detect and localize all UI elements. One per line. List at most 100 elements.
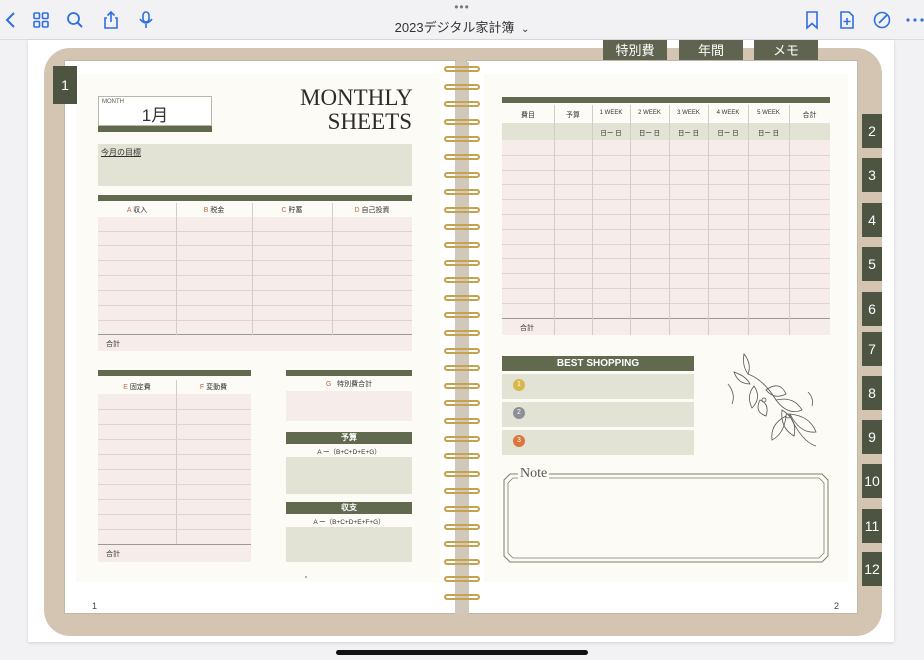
month-tab-1[interactable]: 1 bbox=[53, 66, 77, 104]
grid-line bbox=[98, 290, 412, 291]
home-indicator[interactable] bbox=[336, 650, 588, 655]
col-self-invest: D 自己投資 bbox=[354, 207, 390, 214]
expense-total-label: 合計 bbox=[106, 551, 120, 558]
special-bar bbox=[286, 370, 412, 376]
spiral-ring bbox=[444, 347, 480, 354]
grid-line bbox=[502, 184, 830, 186]
document-title[interactable]: 2023デジタル家計簿 ⌄ bbox=[0, 17, 924, 36]
weekly-total-label: 合計 bbox=[520, 325, 534, 332]
top-toolbar: ••• 2023デジタル家計簿 ⌄ bbox=[0, 0, 924, 40]
tab-yearly[interactable]: 年間 bbox=[679, 40, 743, 62]
best-shopping-row-1[interactable]: 1 bbox=[502, 374, 694, 399]
col-week-5: 5 WEEK bbox=[757, 110, 780, 116]
grid-line bbox=[98, 245, 412, 246]
spiral-ring bbox=[444, 136, 480, 143]
markup-pen-icon[interactable] bbox=[871, 9, 893, 31]
monthly-goal-box[interactable]: 今月の目標 bbox=[98, 144, 412, 186]
best-shopping-header: BEST SHOPPING bbox=[502, 356, 694, 371]
left-page-number: 1 bbox=[92, 601, 98, 611]
grid-line bbox=[98, 484, 251, 485]
spiral-ring bbox=[444, 242, 480, 248]
weekly-table-bar bbox=[502, 97, 830, 103]
grid-line bbox=[789, 105, 790, 335]
month-tab-9[interactable]: 9 bbox=[862, 420, 882, 454]
expense-total-row[interactable]: 合計 bbox=[98, 545, 251, 562]
tab-special-expenses[interactable]: 特別費 bbox=[603, 40, 667, 62]
grid-line bbox=[98, 231, 412, 232]
best-shopping-row-3[interactable]: 3 bbox=[502, 430, 694, 455]
spiral-ring bbox=[444, 558, 480, 565]
grid-line bbox=[98, 439, 251, 440]
month-tab-5[interactable]: 5 bbox=[862, 247, 882, 281]
week-4-range: 日ー 日 bbox=[717, 130, 739, 137]
grid-line bbox=[502, 302, 830, 304]
month-tab-6[interactable]: 6 bbox=[862, 292, 882, 326]
budget-header: 予算 bbox=[286, 432, 412, 444]
week-range-row: 日ー 日 日ー 日 日ー 日 日ー 日 日ー 日 bbox=[502, 123, 830, 140]
grid-line bbox=[502, 258, 830, 260]
col-total: 合計 bbox=[802, 112, 817, 119]
spiral-ring bbox=[444, 294, 480, 301]
multitask-dots[interactable]: ••• bbox=[450, 1, 474, 13]
special-total-header: G 特別費合計 bbox=[325, 381, 373, 388]
spiral-ring bbox=[444, 171, 480, 178]
best-shopping-row-2[interactable]: 2 bbox=[502, 402, 694, 427]
col-week-3: 3 WEEK bbox=[677, 110, 700, 116]
spiral-ring bbox=[444, 66, 480, 72]
month-tab-7[interactable]: 7 bbox=[862, 332, 882, 366]
income-table-header: A 収入 B 税金 C 貯蓄 D 自己投資 bbox=[98, 203, 412, 217]
spiral-ring bbox=[444, 506, 480, 512]
col-income: A 収入 bbox=[126, 207, 148, 214]
title-chevron-down-icon: ⌄ bbox=[520, 24, 530, 35]
budget-field[interactable] bbox=[286, 457, 412, 494]
spiral-binding bbox=[440, 62, 484, 614]
month-tab-4[interactable]: 4 bbox=[862, 203, 882, 237]
grid-line bbox=[502, 169, 830, 171]
grid-line bbox=[98, 469, 251, 470]
month-tab-11[interactable]: 11 bbox=[862, 509, 882, 543]
week-1-range: 日ー 日 bbox=[600, 130, 622, 137]
grid-line bbox=[98, 424, 251, 425]
month-tab-10[interactable]: 10 bbox=[862, 464, 882, 498]
budget-formula: A ー（B+C+D+E+G） bbox=[317, 449, 381, 456]
col-week-4: 4 WEEK bbox=[716, 110, 740, 116]
note-text-area[interactable] bbox=[508, 478, 824, 562]
grid-line bbox=[502, 243, 830, 245]
flower-illustration-icon bbox=[727, 353, 817, 447]
month-tab-3[interactable]: 3 bbox=[862, 158, 882, 192]
spiral-ring bbox=[444, 83, 480, 90]
spiral-ring bbox=[444, 453, 480, 460]
grid-line bbox=[98, 260, 412, 261]
weekly-total-row[interactable]: 合計 bbox=[502, 319, 830, 335]
spiral-ring bbox=[444, 400, 480, 407]
balance-field[interactable] bbox=[286, 527, 412, 562]
grid-line bbox=[98, 275, 412, 276]
more-options-icon[interactable] bbox=[904, 9, 924, 31]
month-tab-8[interactable]: 8 bbox=[862, 376, 882, 410]
spiral-ring bbox=[444, 488, 480, 495]
tab-memo[interactable]: メモ bbox=[754, 40, 818, 62]
col-savings: C 貯蓄 bbox=[281, 207, 303, 214]
weekly-table-header: 費目 予算 1 WEEK 2 WEEK 3 WEEK 4 WEEK 5 WEEK… bbox=[502, 105, 830, 123]
col-variable-cost: F 変動費 bbox=[199, 384, 228, 391]
balance-header: 収支 bbox=[286, 502, 412, 514]
income-table-bar bbox=[98, 195, 412, 201]
bookmark-icon[interactable] bbox=[801, 9, 823, 31]
add-page-icon[interactable] bbox=[836, 9, 858, 31]
month-field[interactable]: MONTH 1月 bbox=[98, 96, 212, 126]
spiral-ring bbox=[444, 206, 480, 213]
title-line-2: SHEETS bbox=[327, 109, 412, 134]
month-tab-2[interactable]: 2 bbox=[862, 114, 882, 148]
grid-line bbox=[176, 203, 177, 351]
spiral-ring bbox=[444, 435, 480, 442]
grid-line bbox=[630, 105, 631, 335]
month-tab-12[interactable]: 12 bbox=[862, 552, 882, 586]
grid-line bbox=[98, 320, 412, 321]
grid-line bbox=[748, 105, 749, 335]
special-total-field[interactable] bbox=[286, 391, 412, 421]
spiral-ring bbox=[444, 154, 480, 160]
spiral-ring bbox=[444, 118, 480, 125]
grid-line bbox=[98, 454, 251, 455]
col-week-1: 1 WEEK bbox=[599, 110, 623, 116]
income-total-row[interactable]: 合計 bbox=[98, 335, 412, 351]
